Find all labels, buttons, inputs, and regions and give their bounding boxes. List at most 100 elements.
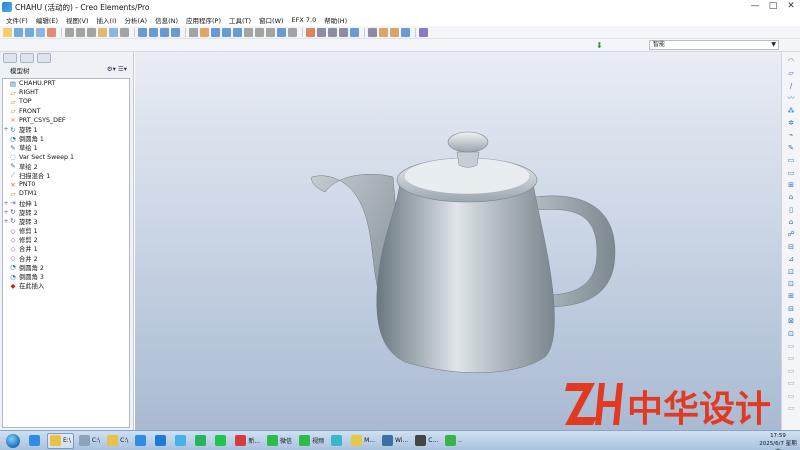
tree-item[interactable]: ◇ 修剪 2 xyxy=(3,235,129,245)
tree-item[interactable]: ✕ PNT0 xyxy=(3,180,129,189)
repaint-icon[interactable] xyxy=(171,27,180,37)
graphics-viewport[interactable] xyxy=(135,52,781,430)
csys-icon[interactable]: ✲ xyxy=(786,118,797,128)
tree-item[interactable]: ◔ 倒圆角 1 xyxy=(3,134,129,144)
layer-icon[interactable]: ▭ xyxy=(786,366,797,376)
copy-icon[interactable] xyxy=(98,27,107,37)
menu-item[interactable]: EFX 7.0 xyxy=(288,16,321,24)
tree-item[interactable]: + ↻ 旋转 3 xyxy=(3,217,129,226)
tree-item[interactable]: ◇ 合并 2 xyxy=(3,254,129,263)
cut-icon[interactable] xyxy=(87,27,96,37)
taskbar-button[interactable]: C... xyxy=(413,433,440,449)
offset-icon[interactable]: ⊞ xyxy=(786,291,797,301)
view-icon[interactable]: ▭ xyxy=(786,353,797,363)
zoom-out-icon[interactable] xyxy=(211,27,220,37)
round-icon[interactable]: ▯ xyxy=(786,205,797,215)
menu-item[interactable]: 工具(T) xyxy=(225,15,255,25)
taskbar-button[interactable]: 微信 xyxy=(265,433,294,449)
merge-icon[interactable]: ⊿ xyxy=(786,254,797,264)
save-icon[interactable] xyxy=(25,27,34,37)
hidden-line-icon[interactable] xyxy=(317,27,326,37)
mirror-icon[interactable]: ⊟ xyxy=(786,242,797,252)
open-icon[interactable] xyxy=(14,27,23,37)
tree-item[interactable]: ◇ 合并 1 xyxy=(3,244,129,254)
tree-item[interactable]: + ⇥ 拉伸 1 xyxy=(3,198,129,208)
paste-special-icon[interactable] xyxy=(120,27,129,37)
shell-icon[interactable]: ▭ xyxy=(786,168,797,178)
taskbar-button[interactable] xyxy=(213,433,230,449)
taskbar-button[interactable]: 新... xyxy=(233,433,262,449)
draft-icon[interactable]: ⌂ xyxy=(786,192,797,202)
menu-item[interactable]: 应用程序(P) xyxy=(182,15,225,25)
no-hidden-icon[interactable] xyxy=(328,27,337,37)
flatten-icon[interactable]: ⊡ xyxy=(786,329,797,339)
taskbar-button[interactable] xyxy=(173,433,190,449)
sketch-icon[interactable]: ✎ xyxy=(786,143,797,153)
email-icon[interactable] xyxy=(47,27,56,37)
help-icon[interactable] xyxy=(419,27,428,37)
tree-item[interactable]: ◇ 修剪 1 xyxy=(3,226,129,236)
tree-item[interactable]: ▱ DTM1 xyxy=(3,189,129,198)
tab-model-tree[interactable] xyxy=(3,53,17,63)
appearance-icon[interactable] xyxy=(277,27,286,37)
tree-item[interactable]: ▤ CHAHU.PRT xyxy=(3,79,129,88)
taskbar-button[interactable]: 视频 xyxy=(297,433,326,449)
tree-item[interactable]: ⟋ 扫描混合 1 xyxy=(3,171,129,180)
layers-icon[interactable] xyxy=(266,27,275,37)
tree-item[interactable]: + ↻ 旋转 1 xyxy=(3,125,129,135)
datum-axes-icon[interactable] xyxy=(379,27,388,37)
minimize-button[interactable]: — xyxy=(746,0,764,14)
datum-point-icon[interactable]: ⁂ xyxy=(786,106,797,116)
tree-item[interactable]: ✎ 草绘 1 xyxy=(3,143,129,153)
regenerate-icon[interactable] xyxy=(138,27,147,37)
taskbar-button[interactable]: E:\ xyxy=(47,432,74,449)
taskbar-button[interactable]: M... xyxy=(349,433,377,449)
shading-icon[interactable] xyxy=(339,27,348,37)
maximize-button[interactable]: □ xyxy=(764,0,782,14)
thicken-icon[interactable]: ⊟ xyxy=(786,304,797,314)
tree-item[interactable]: ▱ FRONT xyxy=(3,107,129,116)
tree-item[interactable]: + ↻ 旋转 2 xyxy=(3,208,129,217)
tree-item[interactable]: ⨯ PRT_CSYS_DEF xyxy=(3,116,129,125)
new-icon[interactable] xyxy=(3,27,12,37)
tree-item[interactable]: ◔ 倒圆角 3 xyxy=(3,272,129,282)
menu-item[interactable]: 文件(F) xyxy=(2,15,32,25)
hole-icon[interactable]: ▭ xyxy=(786,155,797,165)
style-icon[interactable]: ▭ xyxy=(786,378,797,388)
tab-favorites[interactable] xyxy=(37,53,51,63)
datum-axis-icon[interactable]: / xyxy=(786,81,797,91)
tree-item[interactable]: ◔ 倒圆角 2 xyxy=(3,263,129,272)
system-clock[interactable]: 17:59 2025/6/7 星期六 xyxy=(758,432,798,450)
model-tree-settings[interactable]: ⚙▾ ☰▾ xyxy=(107,65,127,73)
arc-icon[interactable]: ◠ xyxy=(786,56,797,66)
find-icon[interactable] xyxy=(149,27,158,37)
enhanced-realism-icon[interactable] xyxy=(350,27,359,37)
tree-item[interactable]: ◆ 在此插入 xyxy=(3,281,129,291)
undo-icon[interactable] xyxy=(65,27,74,37)
tree-item[interactable]: ✎ 草绘 2 xyxy=(3,162,129,171)
menu-item[interactable]: 窗口(W) xyxy=(255,15,288,25)
close-button[interactable]: ✕ xyxy=(782,0,800,14)
pattern-icon[interactable]: ☍ xyxy=(786,229,797,239)
saved-views-icon[interactable] xyxy=(255,27,264,37)
taskbar-button[interactable]: Wi... xyxy=(380,433,410,449)
taskbar-button[interactable]: .. xyxy=(443,433,464,449)
taskbar-button[interactable] xyxy=(153,433,170,449)
datum-plane-icon[interactable]: ▱ xyxy=(786,68,797,78)
select-box-icon[interactable] xyxy=(160,27,169,37)
tree-item[interactable]: ◌ Var Sect Sweep 1 xyxy=(3,153,129,162)
select-arrow-icon[interactable]: ⬇ xyxy=(596,41,603,50)
solidify-icon[interactable]: ⊠ xyxy=(786,316,797,326)
datum-points-icon[interactable] xyxy=(390,27,399,37)
trim-icon[interactable]: ⊡ xyxy=(786,267,797,277)
redo-icon[interactable] xyxy=(76,27,85,37)
shade-icon[interactable] xyxy=(233,27,242,37)
datum-planes-icon[interactable] xyxy=(368,27,377,37)
menu-item[interactable]: 信息(N) xyxy=(151,15,182,25)
csys-icon[interactable] xyxy=(401,27,410,37)
tab-folder-browser[interactable] xyxy=(20,53,34,63)
tree-item[interactable]: ▱ TOP xyxy=(3,97,129,106)
taskbar-button[interactable]: C:\ xyxy=(105,433,130,449)
misc-icon[interactable]: ▭ xyxy=(786,403,797,413)
view-manager-icon[interactable] xyxy=(288,27,297,37)
